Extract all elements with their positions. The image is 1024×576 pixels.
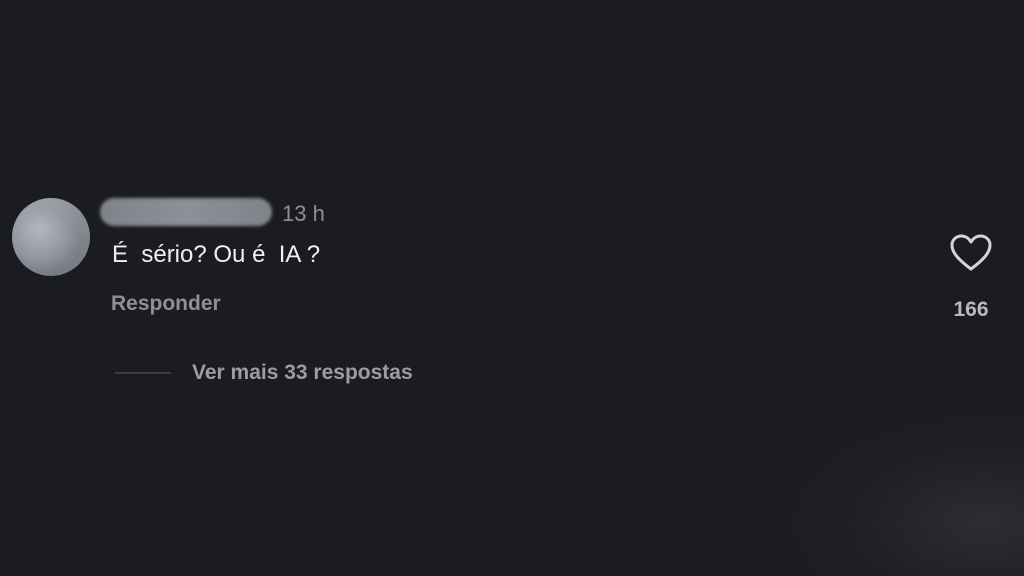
like-count: 166 bbox=[953, 298, 989, 321]
comment-timestamp: 13 h bbox=[282, 201, 325, 226]
like-button[interactable] bbox=[949, 233, 993, 273]
comment-item: 13 h É sério? Ou é IA ? Responder 166 Ve… bbox=[0, 190, 1024, 400]
reply-button[interactable]: Responder bbox=[111, 291, 221, 317]
avatar[interactable] bbox=[12, 198, 90, 276]
comment-text: É sério? Ou é IA ? bbox=[112, 241, 321, 268]
heart-outline-icon bbox=[950, 234, 992, 271]
replies-divider-line bbox=[115, 372, 171, 374]
background-shade bbox=[764, 400, 1024, 576]
username-redacted bbox=[100, 198, 272, 226]
view-more-replies-label: Ver mais 33 respostas bbox=[192, 361, 413, 384]
